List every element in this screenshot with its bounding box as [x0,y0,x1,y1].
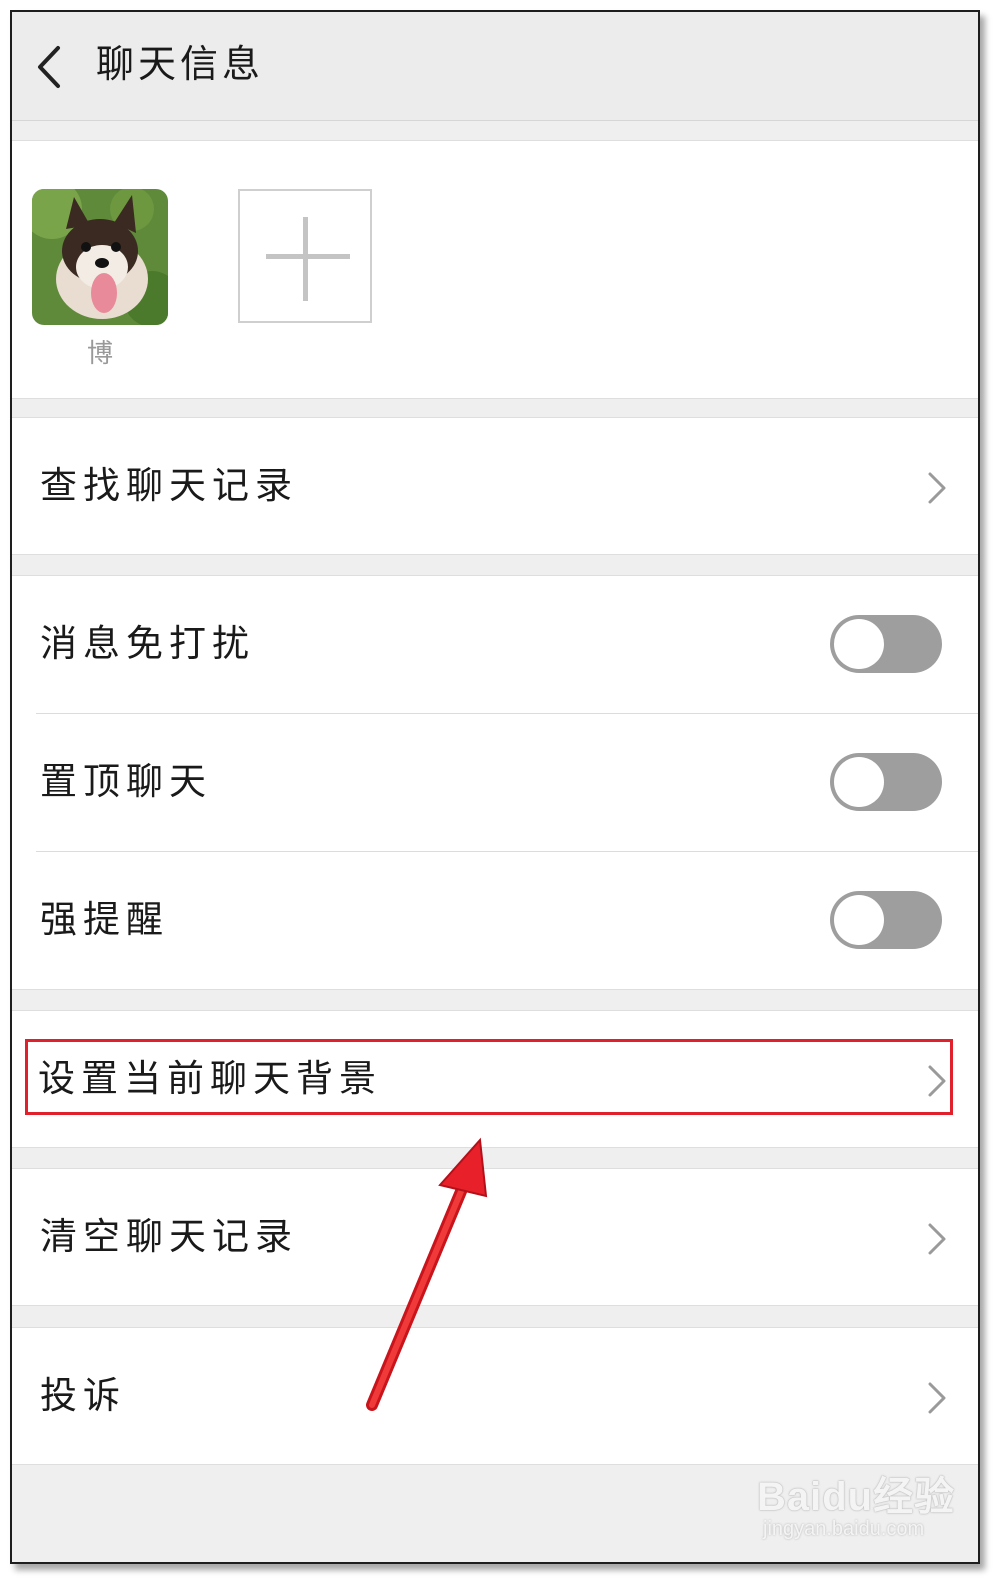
mute-toggle[interactable] [830,615,942,673]
toggle-knob [834,757,884,807]
member-name: 博 [86,339,113,369]
avatar[interactable] [32,189,168,325]
mute-row: 消息免打扰 [12,576,978,712]
watermark-url: jingyan.baidu.com [763,1518,925,1540]
strong-remind-label: 强提醒 [40,898,169,941]
chevron-right-icon [928,472,946,504]
watermark-brand: Baidu经验 [757,1475,956,1519]
clear-history-row[interactable]: 清空聊天记录 [12,1169,978,1305]
report-row[interactable]: 投诉 [12,1328,978,1464]
chevron-right-icon [928,1223,946,1255]
phone-screen: 聊天信息 博 查找聊天记录 消息免打扰 置顶聊天 强提醒 设置当前聊天背景 清空… [10,10,980,1564]
sticky-label: 置顶聊天 [40,760,212,803]
search-history-label: 查找聊天记录 [40,464,298,507]
top-bar: 聊天信息 [12,12,978,121]
strong-remind-toggle[interactable] [830,891,942,949]
strong-remind-row: 强提醒 [12,852,978,988]
toggle-knob [834,895,884,945]
sticky-row: 置顶聊天 [12,714,978,850]
page-title: 聊天信息 [96,42,265,86]
notification-settings-section: 消息免打扰 置顶聊天 强提醒 [12,575,978,990]
search-history-section: 查找聊天记录 [12,417,978,555]
mute-label: 消息免打扰 [40,622,255,665]
members-section: 博 [12,140,978,399]
report-section: 投诉 [12,1327,978,1465]
plus-icon [266,217,350,301]
chevron-right-icon [928,1382,946,1414]
add-member-button[interactable] [238,189,372,323]
sticky-toggle[interactable] [830,753,942,811]
chevron-left-icon[interactable] [30,42,70,92]
clear-history-label: 清空聊天记录 [40,1215,298,1258]
toggle-knob [834,619,884,669]
baidu-watermark: Baidu经验 jingyan.baidu.com [757,1452,972,1552]
search-history-row[interactable]: 查找聊天记录 [12,418,978,554]
report-label: 投诉 [40,1374,126,1417]
highlight-box [25,1039,953,1115]
clear-history-section: 清空聊天记录 [12,1168,978,1306]
